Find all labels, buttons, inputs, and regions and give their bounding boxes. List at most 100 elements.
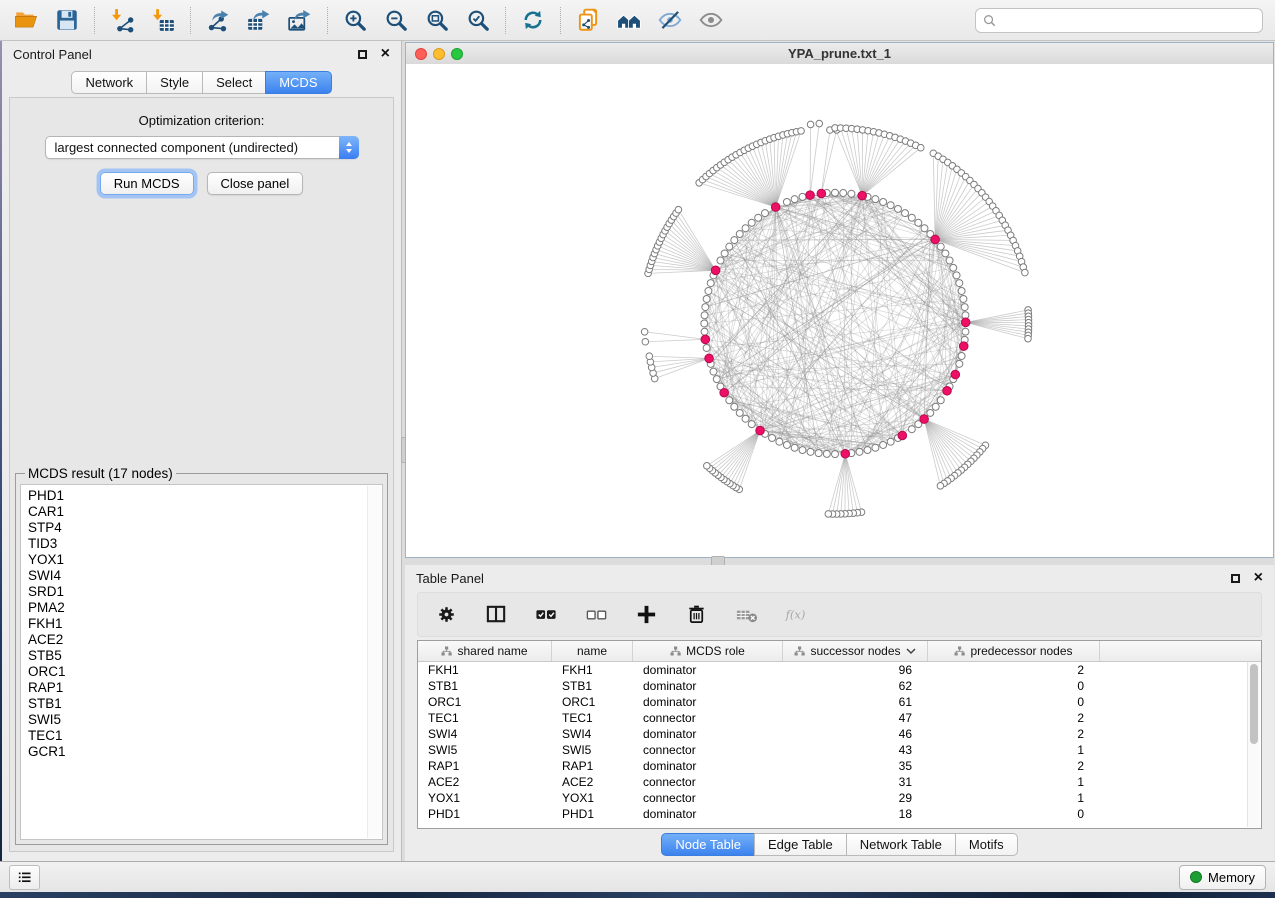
tab-mcds[interactable]: MCDS (265, 71, 331, 94)
mcds-result-item[interactable]: STB5 (28, 648, 382, 664)
minimize-window-icon[interactable] (433, 48, 445, 60)
cell-successor-nodes[interactable]: 35 (783, 759, 928, 773)
cell-mcds-role[interactable]: connector (633, 743, 783, 757)
cell-mcds-role[interactable]: dominator (633, 695, 783, 709)
column-header-mcds-role[interactable]: MCDS role (633, 641, 783, 661)
add-column-icon[interactable] (635, 603, 658, 626)
cell-predecessor-nodes[interactable]: 1 (928, 743, 1100, 757)
close-window-icon[interactable] (415, 48, 427, 60)
mcds-result-item[interactable]: SWI5 (28, 712, 382, 728)
cell-name[interactable]: RAP1 (552, 759, 633, 773)
cell-name[interactable]: SWI4 (552, 727, 633, 741)
horizontal-splitter[interactable] (405, 558, 1274, 565)
export-table-icon[interactable] (245, 6, 273, 34)
cell-shared-name[interactable]: ACE2 (418, 775, 552, 789)
cell-mcds-role[interactable]: connector (633, 791, 783, 805)
zoom-in-icon[interactable] (341, 6, 369, 34)
cell-predecessor-nodes[interactable]: 0 (928, 807, 1100, 821)
mcds-result-item[interactable]: ORC1 (28, 664, 382, 680)
column-header-name[interactable]: name (552, 641, 633, 661)
cell-successor-nodes[interactable]: 46 (783, 727, 928, 741)
cell-name[interactable]: YOX1 (552, 791, 633, 805)
first-neighbors-icon[interactable] (615, 6, 643, 34)
network-graph[interactable] (406, 64, 1273, 557)
float-window-icon[interactable] (358, 50, 367, 59)
cell-mcds-role[interactable]: dominator (633, 679, 783, 693)
cell-predecessor-nodes[interactable]: 1 (928, 775, 1100, 789)
duplicate-network-icon[interactable] (574, 6, 602, 34)
mcds-result-item[interactable]: CAR1 (28, 504, 382, 520)
cell-shared-name[interactable]: RAP1 (418, 759, 552, 773)
cell-successor-nodes[interactable]: 18 (783, 807, 928, 821)
cell-name[interactable]: ORC1 (552, 695, 633, 709)
mcds-result-item[interactable]: FKH1 (28, 616, 382, 632)
maximize-window-icon[interactable] (451, 48, 463, 60)
zoom-selected-icon[interactable] (464, 6, 492, 34)
cell-shared-name[interactable]: SWI5 (418, 743, 552, 757)
zoom-out-icon[interactable] (382, 6, 410, 34)
column-header-predecessor-nodes[interactable]: predecessor nodes (928, 641, 1100, 661)
table-row-yox1[interactable]: YOX1YOX1connector291 (418, 790, 1261, 806)
table-row-stb1[interactable]: STB1STB1dominator620 (418, 678, 1261, 694)
cell-name[interactable]: PHD1 (552, 807, 633, 821)
mcds-result-list[interactable]: PHD1CAR1STP4TID3YOX1SWI4SRD1PMA2FKH1ACE2… (20, 484, 383, 840)
table-tab-network-table[interactable]: Network Table (846, 833, 956, 856)
cell-name[interactable]: SWI5 (552, 743, 633, 757)
show-all-icon[interactable] (697, 6, 725, 34)
cell-successor-nodes[interactable]: 47 (783, 711, 928, 725)
cell-shared-name[interactable]: YOX1 (418, 791, 552, 805)
mcds-result-item[interactable]: GCR1 (28, 744, 382, 760)
mcds-result-item[interactable]: STP4 (28, 520, 382, 536)
cell-shared-name[interactable]: STB1 (418, 679, 552, 693)
cell-mcds-role[interactable]: dominator (633, 663, 783, 677)
run-mcds-button[interactable]: Run MCDS (100, 172, 194, 195)
cell-predecessor-nodes[interactable]: 2 (928, 759, 1100, 773)
table-tab-motifs[interactable]: Motifs (955, 833, 1018, 856)
tab-network[interactable]: Network (71, 71, 147, 94)
import-network-icon[interactable] (108, 6, 136, 34)
cell-successor-nodes[interactable]: 31 (783, 775, 928, 789)
table-row-ace2[interactable]: ACE2ACE2connector311 (418, 774, 1261, 790)
table-row-swi5[interactable]: SWI5SWI5connector431 (418, 742, 1261, 758)
deselect-all-checkboxes-icon[interactable] (585, 603, 608, 626)
refresh-layout-icon[interactable] (519, 6, 547, 34)
cell-successor-nodes[interactable]: 62 (783, 679, 928, 693)
table-scrollbar[interactable] (1247, 662, 1260, 827)
optimization-criterion-select[interactable]: largest connected component (undirected) (45, 136, 359, 159)
network-window-titlebar[interactable]: YPA_prune.txt_1 (406, 43, 1273, 65)
cell-successor-nodes[interactable]: 96 (783, 663, 928, 677)
cell-predecessor-nodes[interactable]: 2 (928, 663, 1100, 677)
table-row-orc1[interactable]: ORC1ORC1dominator610 (418, 694, 1261, 710)
mcds-result-item[interactable]: TEC1 (28, 728, 382, 744)
table-row-fkh1[interactable]: FKH1FKH1dominator962 (418, 662, 1261, 678)
tab-style[interactable]: Style (146, 71, 203, 94)
table-tab-edge-table[interactable]: Edge Table (754, 833, 847, 856)
table-row-phd1[interactable]: PHD1PHD1dominator180 (418, 806, 1261, 822)
column-manager-icon[interactable] (485, 603, 508, 626)
mcds-result-item[interactable]: ACE2 (28, 632, 382, 648)
column-header-shared-name[interactable]: shared name (418, 641, 552, 661)
mcds-result-item[interactable]: PHD1 (28, 488, 382, 504)
select-all-checkboxes-icon[interactable] (535, 603, 558, 626)
table-settings-gear-icon[interactable] (435, 603, 458, 626)
cell-shared-name[interactable]: SWI4 (418, 727, 552, 741)
list-scrollbar[interactable] (367, 486, 381, 838)
float-window-icon[interactable] (1231, 574, 1240, 583)
cell-mcds-role[interactable]: connector (633, 775, 783, 789)
close-panel-button[interactable]: Close panel (207, 172, 304, 195)
cell-successor-nodes[interactable]: 43 (783, 743, 928, 757)
mcds-result-item[interactable]: SRD1 (28, 584, 382, 600)
zoom-fit-icon[interactable] (423, 6, 451, 34)
cell-mcds-role[interactable]: connector (633, 711, 783, 725)
open-file-icon[interactable] (12, 6, 40, 34)
table-row-swi4[interactable]: SWI4SWI4dominator462 (418, 726, 1261, 742)
import-table-icon[interactable] (149, 6, 177, 34)
mcds-result-item[interactable]: YOX1 (28, 552, 382, 568)
close-panel-icon[interactable]: × (381, 48, 390, 60)
table-row-tec1[interactable]: TEC1TEC1connector472 (418, 710, 1261, 726)
cell-name[interactable]: FKH1 (552, 663, 633, 677)
table-tab-node-table[interactable]: Node Table (661, 833, 755, 856)
cell-shared-name[interactable]: FKH1 (418, 663, 552, 677)
global-search-field[interactable] (975, 8, 1263, 33)
cell-predecessor-nodes[interactable]: 2 (928, 711, 1100, 725)
